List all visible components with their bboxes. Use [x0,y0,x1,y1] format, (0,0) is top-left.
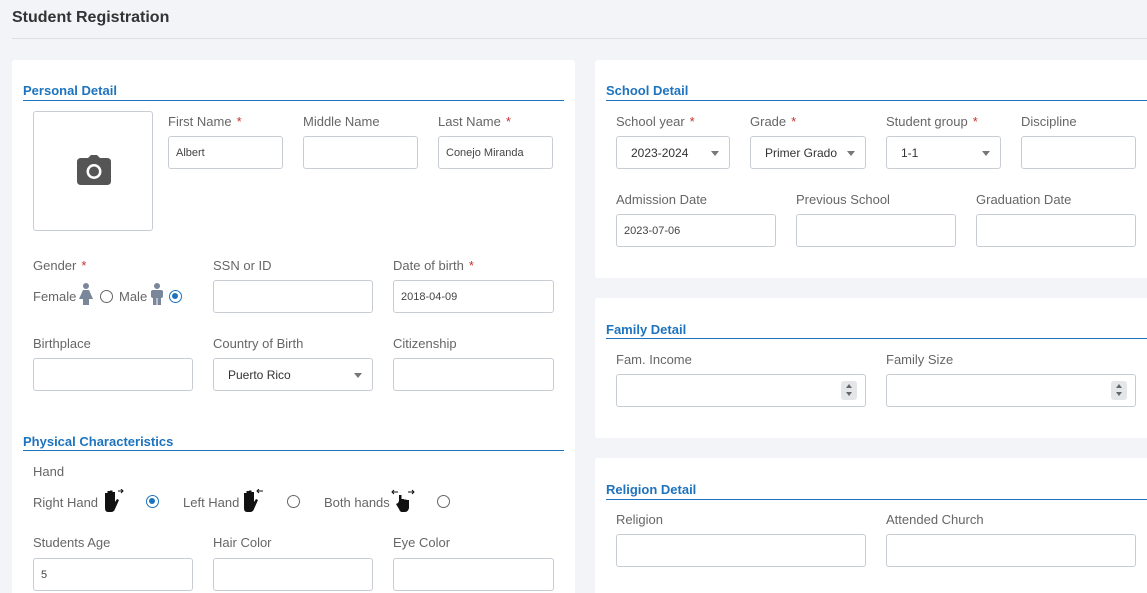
dob-label: Date of birth * [393,258,474,273]
right-hand-radio[interactable] [146,495,159,508]
ssn-input[interactable] [213,280,373,313]
age-input[interactable]: 5 [33,558,193,591]
discipline-input[interactable] [1021,136,1136,169]
religion-detail-card [595,458,1147,593]
family-income-input[interactable] [616,374,866,407]
female-icon [79,283,93,305]
religion-input[interactable] [616,534,866,567]
dob-input[interactable]: 2018-04-09 [393,280,554,313]
ssn-label: SSN or ID [213,258,272,273]
school-year-label: School year * [616,114,695,129]
female-label: Female [33,289,77,304]
attended-church-label: Attended Church [886,512,984,527]
age-label: Students Age [33,535,111,550]
citizenship-input[interactable] [393,358,554,391]
school-detail-divider [606,100,1147,101]
gender-label: Gender * [33,258,87,273]
hand-label: Hand [33,464,65,479]
religion-detail-title: Religion Detail [606,482,697,497]
male-label: Male [119,289,148,304]
hair-color-input[interactable] [213,558,373,591]
female-radio[interactable] [100,290,113,303]
photo-upload[interactable] [33,111,153,231]
hair-color-label: Hair Color [213,535,272,550]
birthplace-input[interactable] [33,358,193,391]
physical-divider [23,450,564,451]
previous-school-input[interactable] [796,214,956,247]
camera-icon [77,155,111,185]
family-income-label: Fam. Income [616,352,692,367]
family-detail-title: Family Detail [606,322,687,337]
number-spinner-icon[interactable] [1111,381,1127,400]
both-hands-label: Both hands [324,495,390,510]
right-hand-icon [105,489,124,512]
religion-detail-divider [606,499,1147,500]
left-hand-label: Left Hand [183,495,240,510]
student-group-label: Student group * [886,114,978,129]
physical-title: Physical Characteristics [23,434,174,449]
family-size-input[interactable] [886,374,1136,407]
chevron-down-icon [711,151,719,156]
personal-detail-title: Personal Detail [23,83,117,98]
first-name-label: First Name * [168,114,242,129]
school-detail-title: School Detail [606,83,689,98]
male-icon [151,283,163,305]
school-year-value: 2023-2024 [631,145,689,160]
personal-detail-divider [23,100,564,101]
birthplace-label: Birthplace [33,336,91,351]
right-hand-label: Right Hand [33,495,99,510]
eye-color-label: Eye Color [393,535,451,550]
citizenship-label: Citizenship [393,336,457,351]
grade-label: Grade * [750,114,797,129]
previous-school-label: Previous School [796,192,890,207]
attended-church-input[interactable] [886,534,1136,567]
male-radio[interactable] [169,290,182,303]
middle-name-label: Middle Name [303,114,380,129]
graduation-date-label: Graduation Date [976,192,1072,207]
title-divider [12,38,1147,39]
chevron-down-icon [847,151,855,156]
country-value: Puerto Rico [228,367,291,382]
grade-select[interactable]: Primer Grado [750,136,866,169]
page-title: Student Registration [12,9,170,26]
discipline-label: Discipline [1021,114,1077,129]
family-size-label: Family Size [886,352,954,367]
last-name-label: Last Name * [438,114,511,129]
admission-date-input[interactable]: 2023-07-06 [616,214,776,247]
left-hand-radio[interactable] [287,495,300,508]
left-hand-icon [244,489,263,512]
chevron-down-icon [982,151,990,156]
both-hands-radio[interactable] [437,495,450,508]
student-group-value: 1-1 [901,145,919,160]
admission-date-label: Admission Date [616,192,708,207]
both-hands-icon [391,489,415,512]
family-detail-card [595,298,1147,438]
religion-label: Religion [616,512,663,527]
graduation-date-input[interactable] [976,214,1136,247]
last-name-input[interactable]: Conejo Miranda [438,136,553,169]
school-year-select[interactable]: 2023-2024 [616,136,730,169]
grade-value: Primer Grado [765,145,838,160]
family-detail-divider [606,338,1147,339]
student-group-select[interactable]: 1-1 [886,136,1001,169]
chevron-down-icon [354,373,362,378]
country-select[interactable]: Puerto Rico [213,358,373,391]
number-spinner-icon[interactable] [841,381,857,400]
middle-name-input[interactable] [303,136,418,169]
country-label: Country of Birth [213,336,304,351]
first-name-input[interactable]: Albert [168,136,283,169]
eye-color-input[interactable] [393,558,554,591]
